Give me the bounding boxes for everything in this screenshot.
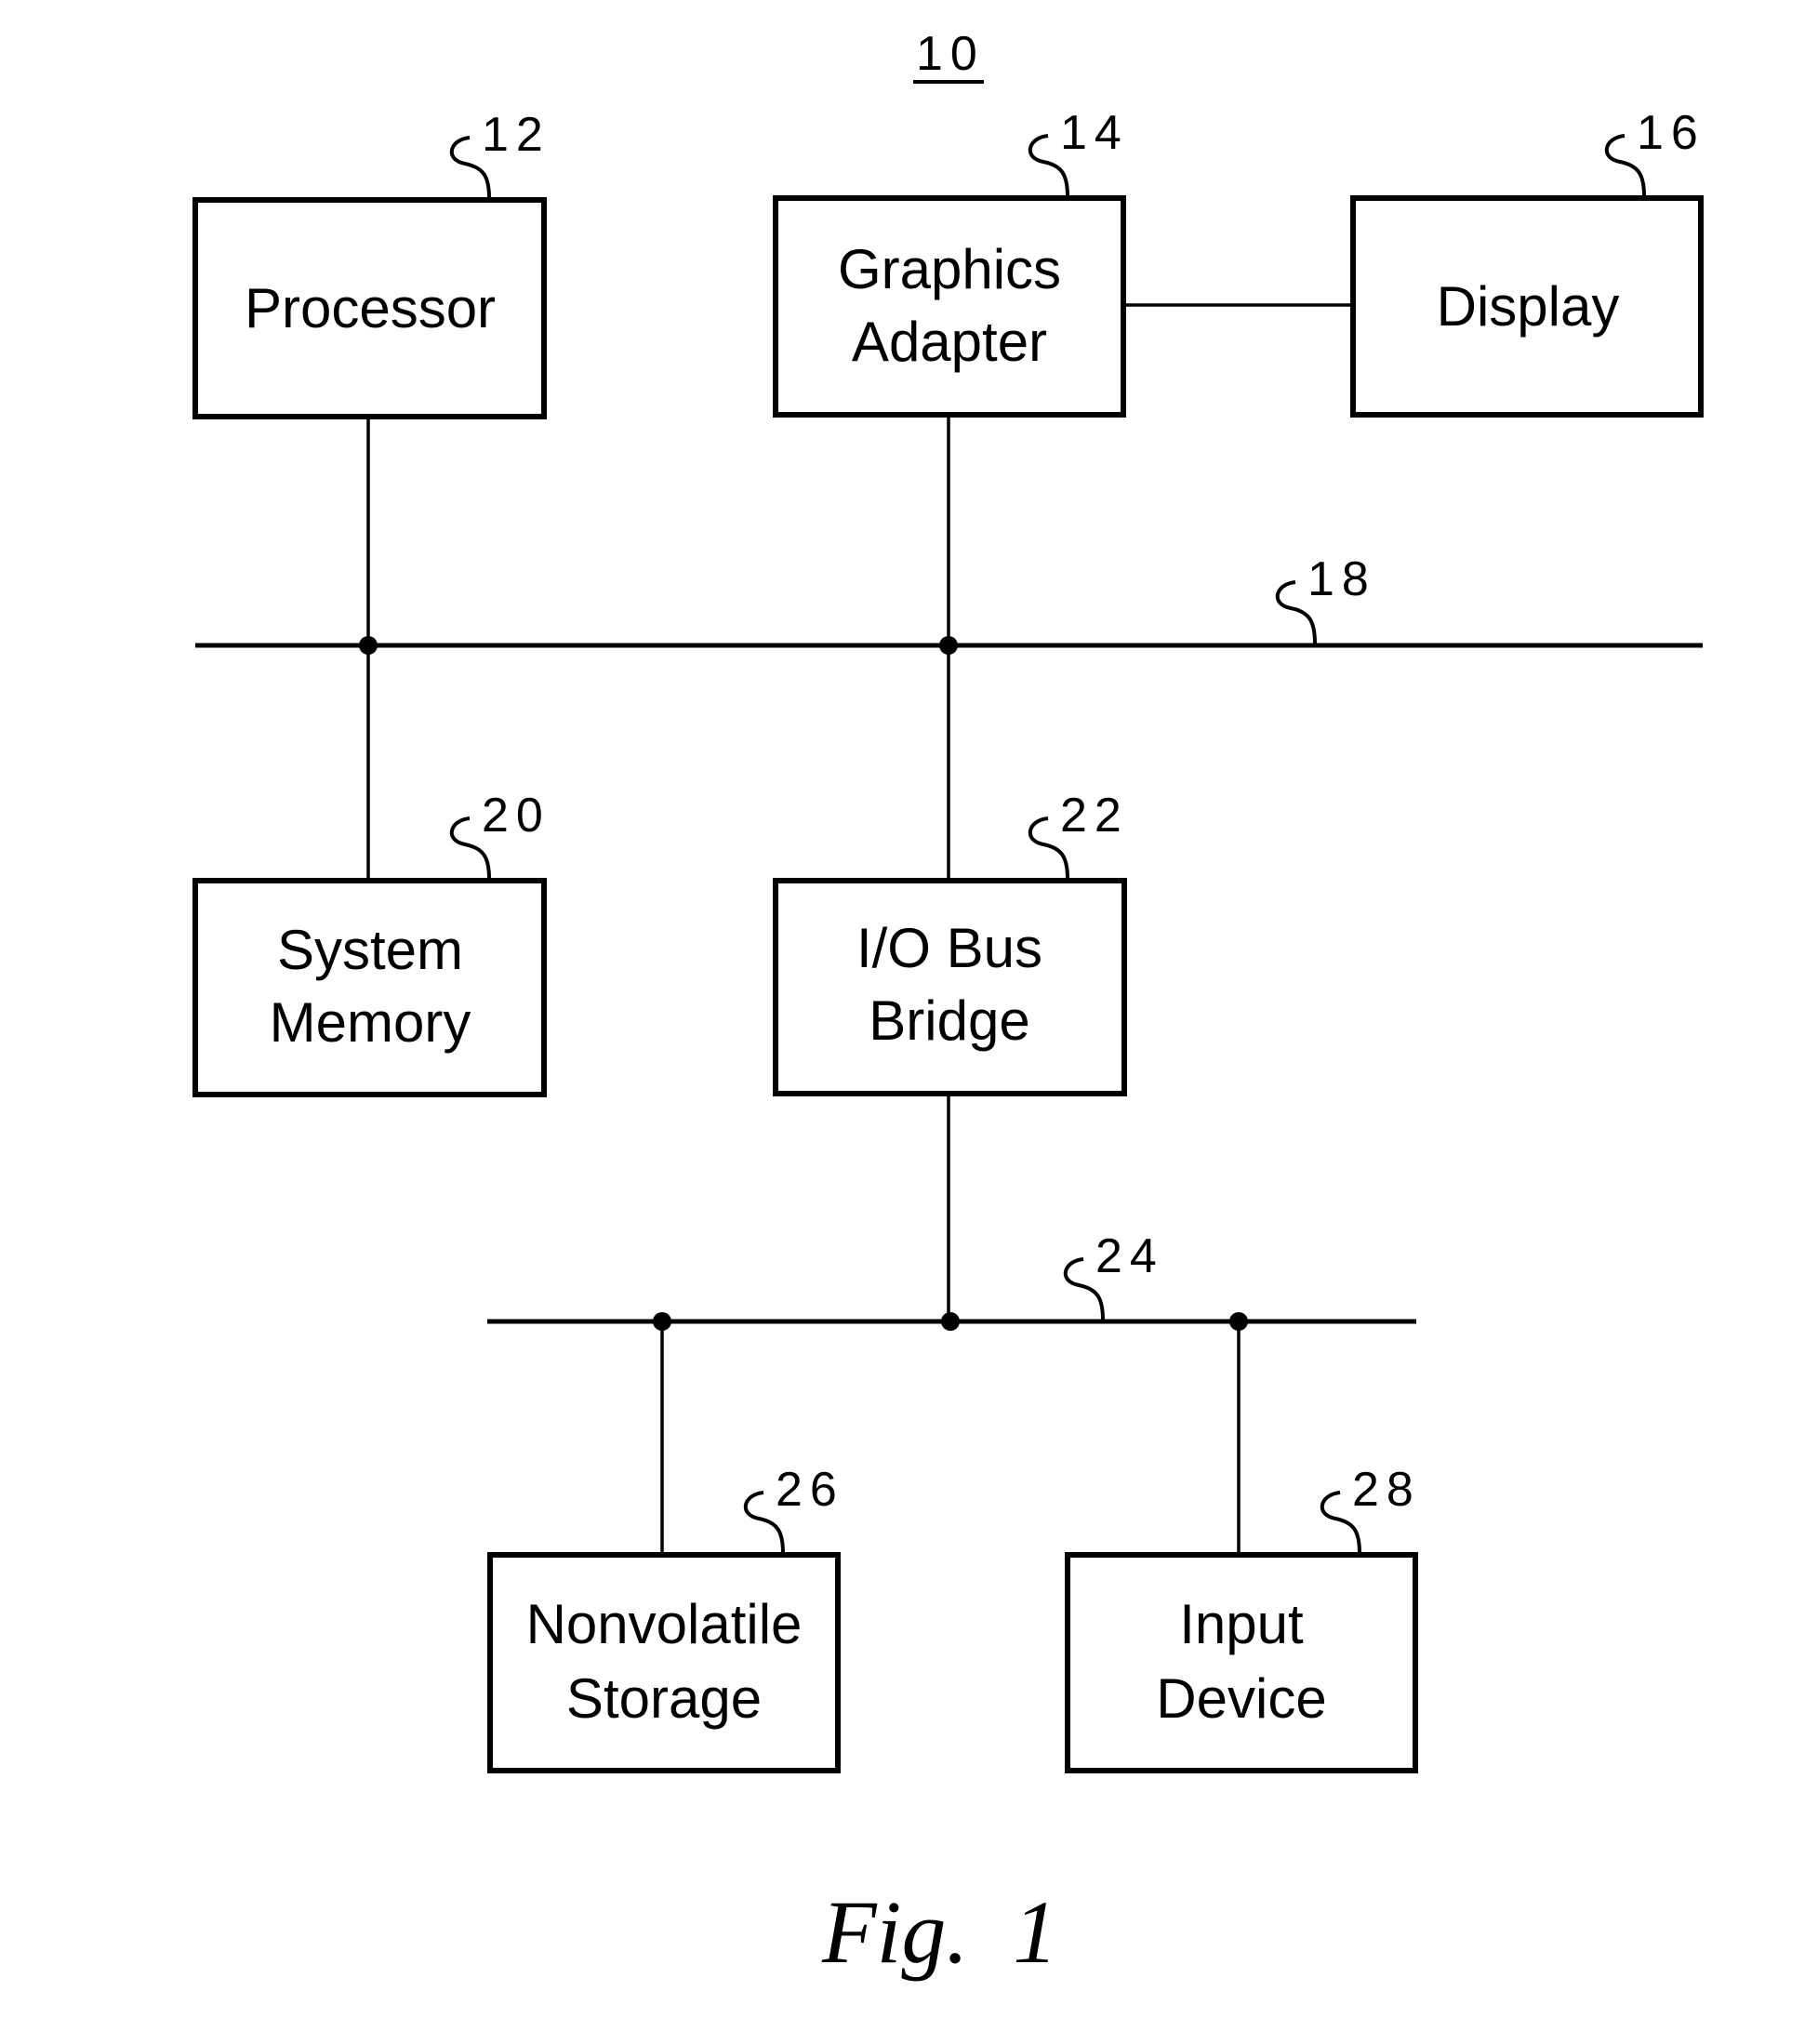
figure-ref-number: 10 [916, 27, 985, 81]
system-bus-ref: 18 [1275, 552, 1376, 644]
ref-label: 26 [776, 1463, 844, 1517]
ref-label: 18 [1307, 552, 1376, 606]
block-graphics-adapter: Graphics Adapter 14 [773, 106, 1129, 418]
block-display: Display 16 [1350, 106, 1705, 418]
ref-label: 22 [1060, 789, 1129, 843]
junction-dot [653, 1312, 671, 1331]
ref-label: 28 [1352, 1463, 1421, 1517]
block-nonvolatile-storage: Nonvolatile Storage 26 [487, 1463, 844, 1773]
ref-label: 16 [1637, 106, 1705, 160]
junction-dot [1229, 1312, 1248, 1331]
ref-label: 12 [482, 108, 551, 162]
block-label: I/O Bus [856, 917, 1042, 979]
block-label: Adapter [852, 311, 1047, 373]
block-io-bus-bridge: I/O Bus Bridge 22 [773, 789, 1129, 1096]
block-label: Processor [245, 277, 496, 339]
block-label: Bridge [869, 989, 1029, 1052]
block-label: Nonvolatile [526, 1593, 803, 1655]
block-label: Graphics [838, 238, 1061, 300]
block-diagram: 10 Processor 12 Graphics Adapter 14 Disp… [192, 27, 1705, 1982]
block-label: System [277, 919, 463, 981]
figure-caption: Fig. 1 [821, 1882, 1057, 1982]
ref-label: 24 [1095, 1229, 1164, 1283]
junction-dot [939, 636, 958, 655]
block-label: Storage [566, 1667, 762, 1730]
ref-label: 20 [482, 789, 551, 843]
block-label: Device [1156, 1667, 1326, 1730]
io-bus-ref: 24 [1063, 1229, 1164, 1321]
junction-dot [941, 1312, 960, 1331]
junction-dot [359, 636, 378, 655]
block-system-memory: System Memory 20 [192, 789, 551, 1097]
block-label: Display [1437, 275, 1620, 338]
block-label: Memory [270, 991, 471, 1054]
block-input-device: Input Device 28 [1065, 1463, 1421, 1773]
block-processor: Processor 12 [192, 108, 551, 419]
block-label: Input [1179, 1593, 1304, 1655]
ref-label: 14 [1060, 106, 1129, 160]
